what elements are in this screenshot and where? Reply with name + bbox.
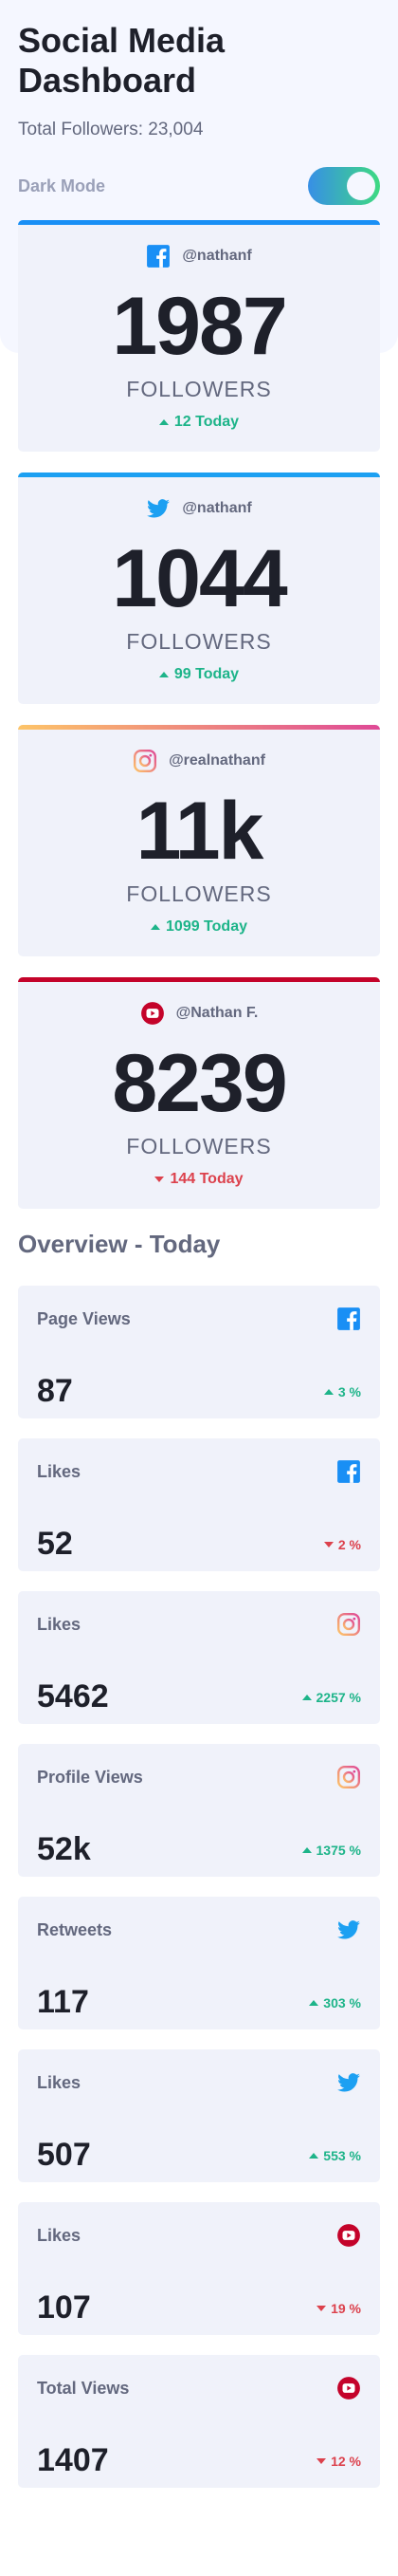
arrow-down-icon <box>317 2457 327 2464</box>
arrow-up-icon <box>158 419 169 425</box>
overview-label: Profile Views <box>37 1767 143 1787</box>
overview-list: Page Views 87 3 % Likes 52 2 % Likes 5462 2… <box>18 1286 380 2488</box>
arrow-down-icon <box>154 1177 165 1182</box>
overview-delta: 1375 % <box>301 1843 361 1858</box>
overview-value: 1407 <box>37 2442 109 2478</box>
instagram-icon <box>336 1765 361 1789</box>
overview-card[interactable]: Page Views 87 3 % <box>18 1286 380 1418</box>
card-twitter[interactable]: @nathanf 1044 FOLLOWERS 99 Today <box>18 473 380 704</box>
card-handle: @nathanf <box>182 500 252 516</box>
card-followers-label: FOLLOWERS <box>126 629 272 654</box>
facebook-icon <box>336 1459 361 1484</box>
overview-label: Likes <box>37 2072 81 2092</box>
overview-card[interactable]: Likes 507 553 % <box>18 2049 380 2182</box>
card-youtube[interactable]: @Nathan F. 8239 FOLLOWERS 144 Today <box>18 977 380 1209</box>
card-accent-bar <box>18 473 380 477</box>
overview-label: Total Views <box>37 2378 130 2398</box>
overview-delta: 19 % <box>317 2301 361 2316</box>
twitter-icon <box>146 496 171 521</box>
overview-delta: 2257 % <box>301 1690 361 1705</box>
card-accent-bar <box>18 220 380 225</box>
facebook-icon <box>336 1307 361 1331</box>
arrow-down-icon <box>317 2305 327 2311</box>
card-delta: 99 Today <box>18 666 380 683</box>
overview-value: 52k <box>37 1831 91 1867</box>
facebook-icon <box>146 244 171 269</box>
card-followers-label: FOLLOWERS <box>126 1134 272 1158</box>
arrow-up-icon <box>301 1694 312 1700</box>
overview-delta: 303 % <box>309 1995 361 2011</box>
arrow-up-icon <box>309 2152 319 2159</box>
twitter-icon <box>336 2070 361 2095</box>
overview-label: Likes <box>37 2225 81 2245</box>
card-follower-count: 8239 <box>112 1038 287 1129</box>
overview-card[interactable]: Total Views 1407 12 % <box>18 2355 380 2488</box>
instagram-icon <box>336 1612 361 1637</box>
arrow-up-icon <box>151 924 161 930</box>
overview-delta: 3 % <box>323 1384 361 1399</box>
instagram-icon <box>133 749 157 773</box>
overview-card[interactable]: Likes 5462 2257 % <box>18 1591 380 1724</box>
card-followers-label: FOLLOWERS <box>126 377 272 401</box>
arrow-down-icon <box>323 1541 334 1547</box>
card-handle: @Nathan F. <box>175 1005 259 1021</box>
twitter-icon <box>336 1918 361 1942</box>
overview-delta: 2 % <box>323 1537 361 1552</box>
overview-card[interactable]: Profile Views 52k 1375 % <box>18 1744 380 1877</box>
dark-mode-row: Dark Mode <box>18 165 380 207</box>
arrow-up-icon <box>323 1388 334 1395</box>
overview-value: 52 <box>37 1526 73 1562</box>
card-accent-bar <box>18 977 380 982</box>
overview-value: 5462 <box>37 1678 109 1714</box>
overview-card[interactable]: Likes 107 19 % <box>18 2202 380 2335</box>
overview-value: 107 <box>37 2289 91 2326</box>
arrow-up-icon <box>158 672 169 677</box>
arrow-up-icon <box>301 1846 312 1853</box>
card-followers-label: FOLLOWERS <box>126 881 272 906</box>
overview-label: Page Views <box>37 1308 131 1328</box>
overview-card[interactable]: Likes 52 2 % <box>18 1438 380 1571</box>
card-facebook[interactable]: @nathanf 1987 FOLLOWERS 12 Today <box>18 220 380 452</box>
dark-mode-toggle[interactable] <box>308 167 380 205</box>
card-handle: @realnathanf <box>169 752 265 769</box>
card-handle: @nathanf <box>182 248 252 264</box>
overview-value: 87 <box>37 1373 73 1409</box>
card-instagram[interactable]: @realnathanf 11k FOLLOWERS 1099 Today <box>18 725 380 956</box>
overview-delta: 12 % <box>317 2454 361 2469</box>
arrow-up-icon <box>309 1999 319 2006</box>
dashboard: Social Media Dashboard Total Followers: … <box>0 0 398 2488</box>
follower-cards: @nathanf 1987 FOLLOWERS 12 Today @nathan… <box>18 220 380 1209</box>
youtube-icon <box>336 2376 361 2400</box>
card-delta: 1099 Today <box>18 918 380 936</box>
overview-value: 507 <box>37 2137 91 2173</box>
card-delta: 144 Today <box>18 1171 380 1188</box>
toggle-knob <box>347 172 375 200</box>
total-followers: Total Followers: 23,004 <box>18 120 204 139</box>
overview-card[interactable]: Retweets 117 303 % <box>18 1897 380 2029</box>
card-follower-count: 11k <box>136 786 264 877</box>
card-accent-bar <box>18 725 380 730</box>
overview-label: Likes <box>37 1461 81 1481</box>
page-title: Social Media Dashboard <box>18 21 226 100</box>
card-follower-count: 1044 <box>112 533 287 624</box>
overview-delta: 553 % <box>309 2148 361 2163</box>
youtube-icon <box>336 2223 361 2248</box>
card-follower-count: 1987 <box>112 281 287 372</box>
overview-value: 117 <box>37 1984 89 2020</box>
youtube-icon <box>140 1001 165 1026</box>
overview-title: Overview - Today <box>18 1230 221 1258</box>
overview-label: Retweets <box>37 1919 113 1939</box>
overview-label: Likes <box>37 1614 81 1634</box>
dark-mode-label: Dark Mode <box>18 176 106 195</box>
card-delta: 12 Today <box>18 414 380 431</box>
